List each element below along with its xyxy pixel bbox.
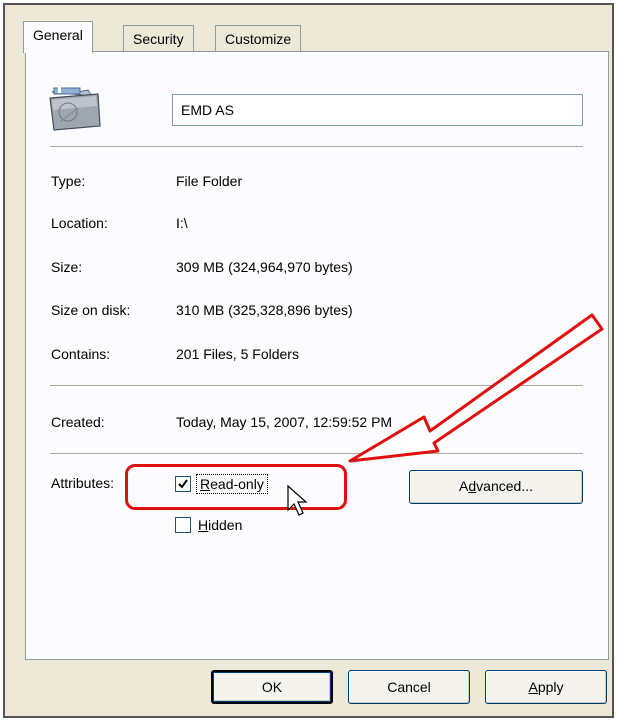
- size-value: 309 MB (324,964,970 bytes): [176, 259, 353, 275]
- properties-dialog: General Security Customize EMD AS Type: …: [3, 3, 614, 718]
- folder-name-input[interactable]: EMD AS: [172, 94, 583, 126]
- cancel-button[interactable]: Cancel: [348, 670, 470, 704]
- created-label: Created:: [51, 414, 105, 430]
- advanced-button[interactable]: Advanced...: [409, 470, 583, 504]
- location-value: I:\: [176, 215, 188, 231]
- hidden-label[interactable]: Hidden: [198, 517, 242, 533]
- separator: [50, 146, 583, 148]
- hidden-checkbox[interactable]: [175, 517, 191, 533]
- arrow-annotation: [348, 313, 604, 463]
- type-label: Type:: [51, 173, 86, 189]
- location-label: Location:: [51, 215, 108, 231]
- tab-general[interactable]: General: [23, 21, 93, 53]
- highlight-box: [125, 464, 347, 510]
- tab-customize[interactable]: Customize: [215, 25, 302, 53]
- ok-button[interactable]: OK: [211, 670, 333, 704]
- contains-label: Contains:: [51, 346, 111, 362]
- apply-button[interactable]: Apply: [485, 670, 607, 704]
- hidden-checkbox-row[interactable]: Hidden: [175, 517, 242, 533]
- contains-value: 201 Files, 5 Folders: [176, 346, 299, 362]
- size-on-disk-value: 310 MB (325,328,896 bytes): [176, 302, 353, 318]
- mouse-cursor-icon: [287, 484, 308, 516]
- tab-security[interactable]: Security: [123, 25, 194, 53]
- type-value: File Folder: [176, 173, 243, 189]
- size-on-disk-label: Size on disk:: [51, 302, 131, 318]
- folder-icon: [49, 86, 101, 131]
- attributes-label: Attributes:: [51, 475, 115, 491]
- general-tab-panel: EMD AS Type: File Folder Location: I:\ S…: [25, 51, 609, 660]
- size-label: Size:: [51, 259, 83, 275]
